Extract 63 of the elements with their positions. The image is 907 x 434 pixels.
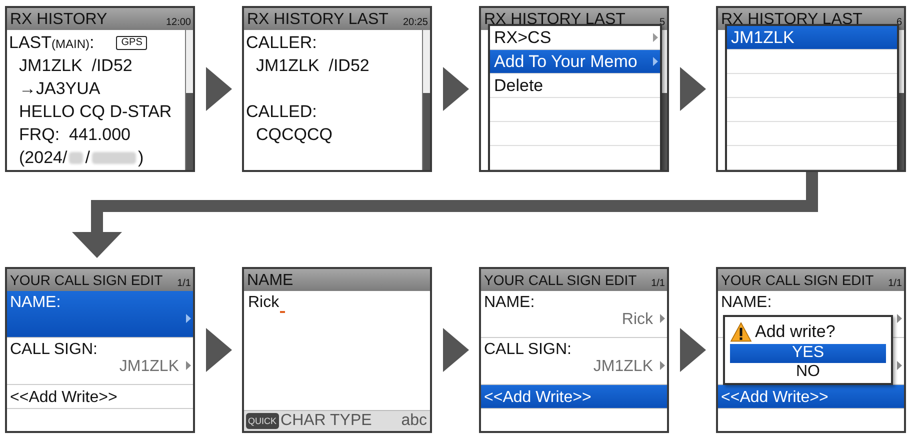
screen-title: YOUR CALL SIGN EDIT <box>10 271 163 290</box>
field-value: JM1ZLK <box>592 357 653 376</box>
step-arrow <box>206 328 232 372</box>
caret-icon <box>660 314 665 323</box>
date-text: (2024/ <box>19 148 68 168</box>
history-value: FRQ: 441.000 <box>19 124 131 144</box>
screen-title: RX HISTORY LAST <box>247 10 388 30</box>
caret-icon <box>186 361 191 370</box>
field-label: NAME: <box>484 293 536 313</box>
caret-icon <box>897 314 902 323</box>
caret-icon <box>186 314 191 323</box>
step-arrow <box>442 328 468 372</box>
history-value: JM1ZLK /ID52 <box>19 56 132 76</box>
menu-item[interactable]: JM1ZLK <box>727 26 897 50</box>
history-value: CQCQCQ <box>256 124 332 144</box>
quick-key: QUICK <box>246 413 279 429</box>
dialog-option[interactable]: YES <box>730 344 886 363</box>
field-label: CALL SIGN: <box>484 340 572 360</box>
field-row[interactable]: CALL SIGN: JM1ZLK <box>7 338 193 385</box>
clock-time: 20:25 <box>402 16 428 30</box>
field-value: JM1ZLK <box>118 357 179 376</box>
add-write-item[interactable]: <<Add Write>> <box>481 385 667 409</box>
history-value: →JA3YUA <box>19 78 100 98</box>
field-label: CALL SIGN: <box>10 340 98 360</box>
caret-icon <box>897 361 902 370</box>
date-separator: / <box>85 148 90 168</box>
page-indicator: 1/1 <box>651 277 665 291</box>
screen-title: YOUR CALL SIGN EDIT <box>721 271 874 290</box>
clock-time: 12:00 <box>166 16 191 30</box>
step-arrow <box>442 67 468 111</box>
blurred-text <box>69 152 84 164</box>
field-label: NAME: <box>721 293 773 313</box>
gps-badge: GPS <box>116 36 148 50</box>
history-heading: LAST(MAIN): <box>9 32 94 52</box>
add-write-item[interactable]: <<Add Write>> <box>718 385 904 409</box>
char-mode: abc <box>401 412 427 430</box>
history-value: HELLO CQ D-STAR <box>19 102 172 122</box>
step-arrow <box>680 67 706 111</box>
step-arrow <box>206 67 232 111</box>
text-cursor <box>280 311 286 313</box>
field-label: NAME: <box>10 293 62 313</box>
step-arrow <box>680 328 706 372</box>
screen-title: YOUR CALL SIGN EDIT <box>484 271 637 290</box>
warning-icon <box>730 322 752 342</box>
menu-item[interactable]: Delete <box>490 74 660 98</box>
page-indicator: 1/1 <box>177 277 191 291</box>
field-row[interactable]: NAME: <box>7 291 193 338</box>
caret-icon <box>660 361 665 370</box>
screen-title: NAME <box>247 271 294 291</box>
date-text: ) <box>138 148 144 168</box>
name-input[interactable]: Rick <box>248 293 280 313</box>
dialog-option[interactable]: NO <box>730 362 886 381</box>
history-label: CALLED: <box>246 102 317 122</box>
history-value: JM1ZLK /ID52 <box>256 56 370 76</box>
char-type-label: CHAR TYPE <box>280 412 373 430</box>
blurred-text <box>92 152 136 164</box>
field-row[interactable]: NAME: Rick <box>481 291 667 338</box>
menu-item[interactable]: Add To Your Memo <box>490 50 660 74</box>
field-value: Rick <box>620 310 653 329</box>
history-label: CALLER: <box>246 32 317 52</box>
add-write-item[interactable]: <<Add Write>> <box>7 385 193 409</box>
page-indicator: 1/1 <box>888 277 902 291</box>
screen-title: RX HISTORY <box>10 10 108 30</box>
